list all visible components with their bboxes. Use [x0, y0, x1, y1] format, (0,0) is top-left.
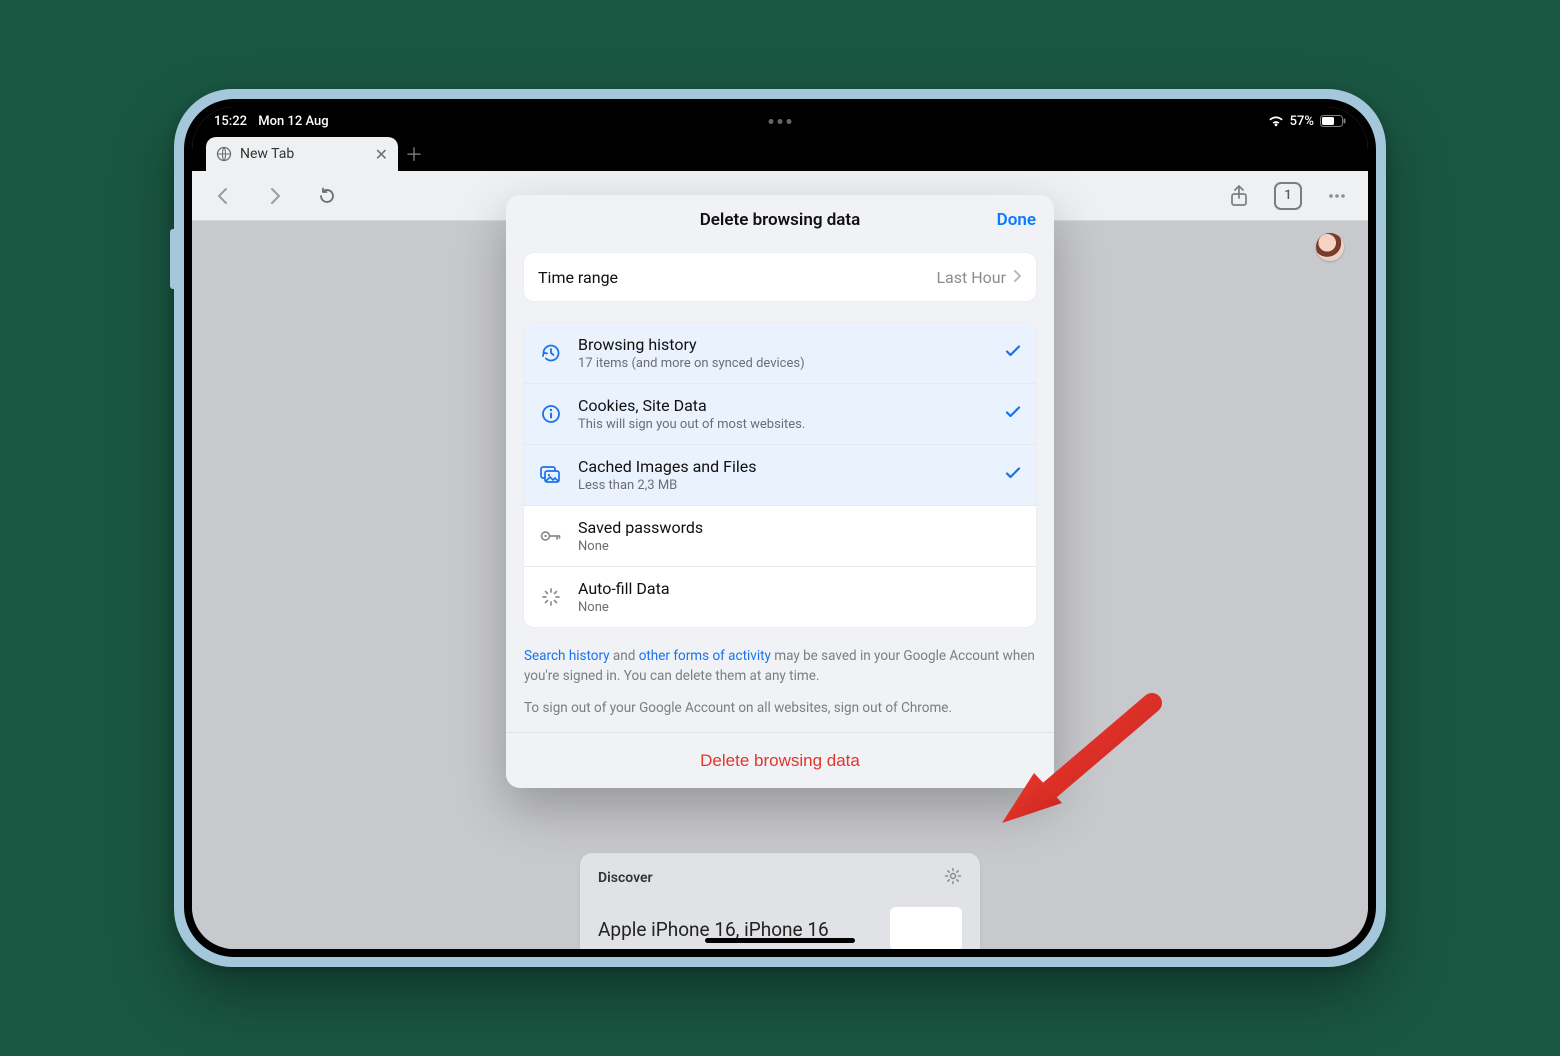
info-icon	[538, 403, 564, 425]
tab-count-value: 1	[1284, 188, 1291, 203]
delete-browsing-data-button[interactable]: Delete browsing data	[700, 751, 860, 771]
forward-button[interactable]	[258, 179, 292, 213]
sheet-footer: Delete browsing data	[506, 732, 1054, 788]
item-subtitle: Less than 2,3 MB	[578, 478, 990, 493]
chevron-right-icon	[1012, 268, 1022, 287]
delete-button-label: Delete browsing data	[700, 751, 860, 770]
profile-avatar[interactable]	[1316, 233, 1344, 261]
wifi-icon	[1268, 115, 1284, 127]
data-items-group: Browsing history 17 items (and more on s…	[524, 323, 1036, 627]
status-time: 15:22	[214, 114, 247, 129]
delete-browsing-data-sheet: Delete browsing data Done Time range Las…	[506, 195, 1054, 788]
status-date: Mon 12 Aug	[258, 114, 328, 129]
done-label: Done	[997, 210, 1036, 230]
ipad-screen: 15:22 Mon 12 Aug 57%	[192, 107, 1368, 949]
multitask-dots[interactable]	[769, 119, 792, 124]
sign-out-chrome-link[interactable]: sign out of Chrome	[834, 700, 949, 716]
tab-title: New Tab	[240, 146, 294, 162]
autofill-icon	[538, 586, 564, 608]
status-left: 15:22 Mon 12 Aug	[214, 114, 337, 129]
item-title: Cookies, Site Data	[578, 396, 990, 415]
sheet-header: Delete browsing data Done	[506, 195, 1054, 245]
item-subtitle: This will sign you out of most websites.	[578, 417, 990, 432]
footnote-text: Search history and other forms of activi…	[524, 647, 1036, 686]
key-icon	[538, 526, 564, 546]
time-range-value: Last Hour	[936, 268, 1006, 287]
status-bar: 15:22 Mon 12 Aug 57%	[192, 107, 1368, 135]
status-right: 57%	[1268, 114, 1346, 129]
item-cache[interactable]: Cached Images and Files Less than 2,3 MB	[524, 444, 1036, 505]
item-title: Cached Images and Files	[578, 457, 990, 476]
images-icon	[538, 464, 564, 486]
item-passwords[interactable]: Saved passwords None	[524, 505, 1036, 566]
new-tab-button[interactable]: ＋	[398, 137, 430, 171]
home-indicator[interactable]	[705, 938, 855, 943]
sheet-title: Delete browsing data	[700, 210, 861, 230]
check-icon	[1004, 403, 1022, 425]
item-cookies[interactable]: Cookies, Site Data This will sign you ou…	[524, 383, 1036, 444]
battery-percent: 57%	[1290, 114, 1314, 129]
check-icon	[1004, 342, 1022, 364]
time-range-group: Time range Last Hour	[524, 253, 1036, 301]
item-subtitle: None	[578, 539, 1022, 554]
gear-icon[interactable]	[944, 867, 962, 889]
globe-icon	[216, 146, 232, 162]
item-title: Saved passwords	[578, 518, 1022, 537]
overflow-menu-button[interactable]	[1320, 179, 1354, 213]
tab-strip: New Tab ✕ ＋	[192, 135, 1368, 171]
back-button[interactable]	[206, 179, 240, 213]
ipad-frame: 15:22 Mon 12 Aug 57%	[174, 89, 1386, 967]
share-button[interactable]	[1222, 179, 1256, 213]
footnote-signout: To sign out of your Google Account on al…	[524, 700, 1036, 716]
search-history-link[interactable]: Search history	[524, 648, 610, 664]
close-icon[interactable]: ✕	[375, 145, 388, 164]
item-title: Auto-fill Data	[578, 579, 1022, 598]
tab-count-button[interactable]: 1	[1274, 182, 1302, 210]
item-autofill[interactable]: Auto-fill Data None	[524, 566, 1036, 627]
history-icon	[538, 342, 564, 364]
item-subtitle: None	[578, 600, 1022, 615]
battery-icon	[1320, 115, 1346, 127]
time-range-row[interactable]: Time range Last Hour	[524, 253, 1036, 301]
reload-button[interactable]	[310, 179, 344, 213]
done-button[interactable]: Done	[997, 195, 1036, 245]
item-title: Browsing history	[578, 335, 990, 354]
item-subtitle: 17 items (and more on synced devices)	[578, 356, 990, 371]
discover-card: Discover Apple iPhone 16, iPhone 16	[580, 853, 980, 949]
ipad-bezel: 15:22 Mon 12 Aug 57%	[184, 99, 1376, 957]
discover-heading: Discover	[598, 870, 653, 886]
browser-tab[interactable]: New Tab ✕	[206, 137, 398, 171]
article-thumbnail	[890, 907, 962, 949]
check-icon	[1004, 464, 1022, 486]
time-range-label: Time range	[538, 268, 618, 287]
other-activity-link[interactable]: other forms of activity	[639, 648, 771, 664]
item-browsing-history[interactable]: Browsing history 17 items (and more on s…	[524, 323, 1036, 383]
